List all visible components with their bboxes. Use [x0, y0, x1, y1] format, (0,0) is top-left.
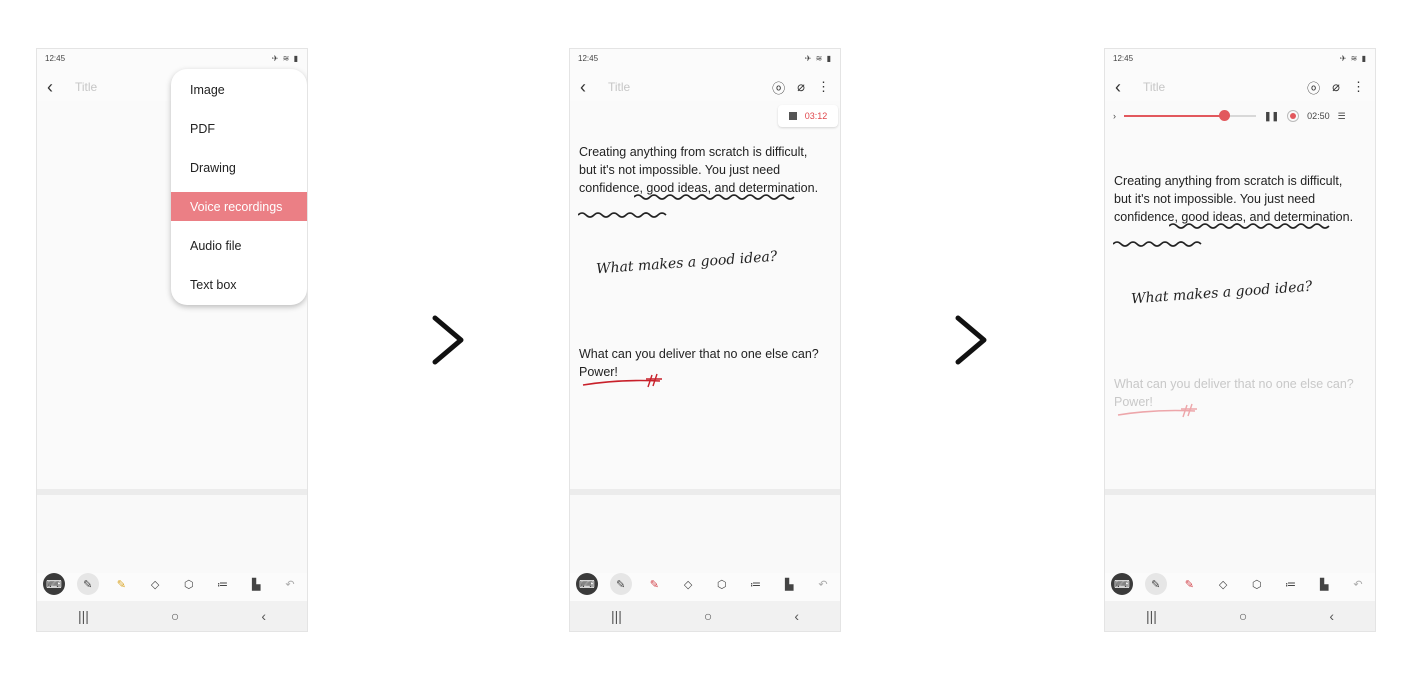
status-time: 12:45 — [1113, 54, 1134, 63]
lower-area — [570, 495, 840, 573]
text-style-icon[interactable]: ≔ — [212, 573, 234, 595]
wavy-underline — [1113, 241, 1202, 247]
expand-chevron-icon[interactable]: › — [1113, 111, 1116, 121]
highlighter-icon[interactable]: ✎ — [1178, 573, 1200, 595]
title-input[interactable]: Title — [1143, 80, 1307, 94]
home-icon[interactable]: ○ — [704, 608, 712, 624]
pen-toolbar: ⌨ ✎ ✎ ◇ ⬡ ≔ ▙ ↶ — [37, 573, 307, 595]
back-icon[interactable]: ‹ — [1329, 608, 1334, 624]
playback-time: 02:50 — [1307, 111, 1330, 121]
next-step-arrow-icon — [955, 315, 987, 365]
status-bar: 12:45 ✈︎ ≋ ▮ — [570, 49, 840, 69]
menu-item-image[interactable]: Image — [171, 75, 307, 104]
pause-icon[interactable]: ❚❚ — [1264, 111, 1279, 122]
status-bar: 12:45 ✈︎ ≋ ▮ — [37, 49, 307, 69]
pen-toolbar: ⌨ ✎ ✎ ◇ ⬡ ≔ ▙ ↶ — [570, 573, 840, 595]
record-icon[interactable] — [1287, 110, 1300, 122]
system-navbar: ||| ○ ‹ — [1105, 601, 1375, 631]
reading-mode-icon[interactable]: ⓞ — [1307, 78, 1320, 97]
recents-icon[interactable]: ||| — [1146, 608, 1157, 624]
attach-icon[interactable]: ⌀ — [797, 79, 805, 95]
back-icon[interactable]: ‹ — [794, 608, 799, 624]
insert-icon[interactable]: ▙ — [245, 573, 267, 595]
title-bar: ‹ Title ⓞ ⌀ ⋮ — [570, 73, 840, 101]
red-pen-stroke — [1117, 403, 1197, 418]
note-paragraph-1: Creating anything from scratch is diffic… — [579, 145, 819, 195]
menu-item-text-box[interactable]: Text box — [171, 270, 307, 299]
home-icon[interactable]: ○ — [171, 608, 179, 624]
pen-icon[interactable]: ✎ — [76, 573, 99, 595]
text-style-icon[interactable]: ≔ — [745, 573, 767, 595]
status-time: 12:45 — [578, 54, 599, 63]
lower-area — [1105, 495, 1375, 573]
highlighter-icon[interactable]: ✎ — [643, 573, 665, 595]
attach-menu: Image PDF Drawing Voice recordings Audio… — [171, 69, 307, 305]
attach-icon[interactable]: ⌀ — [1332, 79, 1340, 95]
home-icon[interactable]: ○ — [1239, 608, 1247, 624]
highlighter-icon[interactable]: ✎ — [110, 573, 132, 595]
seekbar-progress — [1124, 115, 1225, 117]
system-navbar: ||| ○ ‹ — [37, 601, 307, 631]
back-arrow-icon[interactable]: ‹ — [47, 78, 71, 96]
more-options-icon[interactable]: ⋮ — [1352, 79, 1365, 95]
red-pen-stroke — [582, 373, 662, 388]
recents-icon[interactable]: ||| — [78, 608, 89, 624]
note-paragraph-1: Creating anything from scratch is diffic… — [1114, 174, 1354, 224]
pen-toolbar: ⌨ ✎ ✎ ◇ ⬡ ≔ ▙ ↶ — [1105, 573, 1375, 595]
lasso-icon[interactable]: ⬡ — [711, 573, 733, 595]
playback-bar: › ❚❚ 02:50 ☰ — [1105, 105, 1375, 127]
screen-recording: 12:45 ✈︎ ≋ ▮ ‹ Title ⓞ ⌀ ⋮ 03:12 Creatin… — [569, 48, 841, 632]
menu-item-voice-recordings[interactable]: Voice recordings — [171, 192, 307, 221]
status-bar: 12:45 ✈︎ ≋ ▮ — [1105, 49, 1375, 69]
text-style-icon[interactable]: ≔ — [1280, 573, 1302, 595]
title-input[interactable]: Title — [608, 80, 772, 94]
insert-icon[interactable]: ▙ — [1313, 573, 1335, 595]
recents-icon[interactable]: ||| — [611, 608, 622, 624]
menu-item-pdf[interactable]: PDF — [171, 114, 307, 143]
screen-playback: 12:45 ✈︎ ≋ ▮ ‹ Title ⓞ ⌀ ⋮ › ❚❚ 02:50 ☰ … — [1104, 48, 1376, 632]
insert-icon[interactable]: ▙ — [778, 573, 800, 595]
title-bar: ‹ Title ⓞ ⌀ ⋮ — [1105, 73, 1375, 101]
keyboard-icon[interactable]: ⌨ — [43, 573, 65, 595]
recording-indicator[interactable]: 03:12 — [778, 105, 838, 127]
stop-icon[interactable] — [788, 112, 797, 120]
menu-item-drawing[interactable]: Drawing — [171, 153, 307, 182]
next-step-arrow-icon — [432, 315, 464, 365]
playback-seekbar[interactable] — [1124, 110, 1256, 121]
back-icon[interactable]: ‹ — [261, 608, 266, 624]
screen-attach-menu: 12:45 ✈︎ ≋ ▮ ‹ Title ⌨ ✎ ✎ ◇ ⬡ ≔ ▙ ↶ |||… — [36, 48, 308, 632]
eraser-icon[interactable]: ◇ — [677, 573, 699, 595]
seekbar-knob[interactable] — [1219, 110, 1231, 121]
back-arrow-icon[interactable]: ‹ — [580, 78, 604, 96]
status-icons: ✈︎ ≋ ▮ — [1339, 54, 1367, 63]
undo-icon[interactable]: ↶ — [1347, 573, 1369, 595]
lasso-icon[interactable]: ⬡ — [1246, 573, 1268, 595]
list-icon[interactable]: ☰ — [1338, 111, 1346, 122]
undo-icon[interactable]: ↶ — [279, 573, 301, 595]
pen-icon[interactable]: ✎ — [1144, 573, 1167, 595]
reading-mode-icon[interactable]: ⓞ — [772, 78, 785, 97]
keyboard-icon[interactable]: ⌨ — [576, 573, 598, 595]
more-options-icon[interactable]: ⋮ — [817, 79, 830, 95]
system-navbar: ||| ○ ‹ — [570, 601, 840, 631]
back-arrow-icon[interactable]: ‹ — [1115, 78, 1139, 96]
eraser-icon[interactable]: ◇ — [1212, 573, 1234, 595]
menu-item-audio-file[interactable]: Audio file — [171, 231, 307, 260]
status-icons: ✈︎ ≋ ▮ — [804, 54, 832, 63]
eraser-icon[interactable]: ◇ — [144, 573, 166, 595]
recording-time: 03:12 — [804, 111, 828, 121]
wavy-underline — [578, 212, 667, 218]
status-time: 12:45 — [45, 54, 66, 63]
undo-icon[interactable]: ↶ — [812, 573, 834, 595]
lower-area — [37, 495, 307, 573]
status-icons: ✈︎ ≋ ▮ — [271, 54, 299, 63]
pen-icon[interactable]: ✎ — [609, 573, 632, 595]
lasso-icon[interactable]: ⬡ — [178, 573, 200, 595]
keyboard-icon[interactable]: ⌨ — [1111, 573, 1133, 595]
